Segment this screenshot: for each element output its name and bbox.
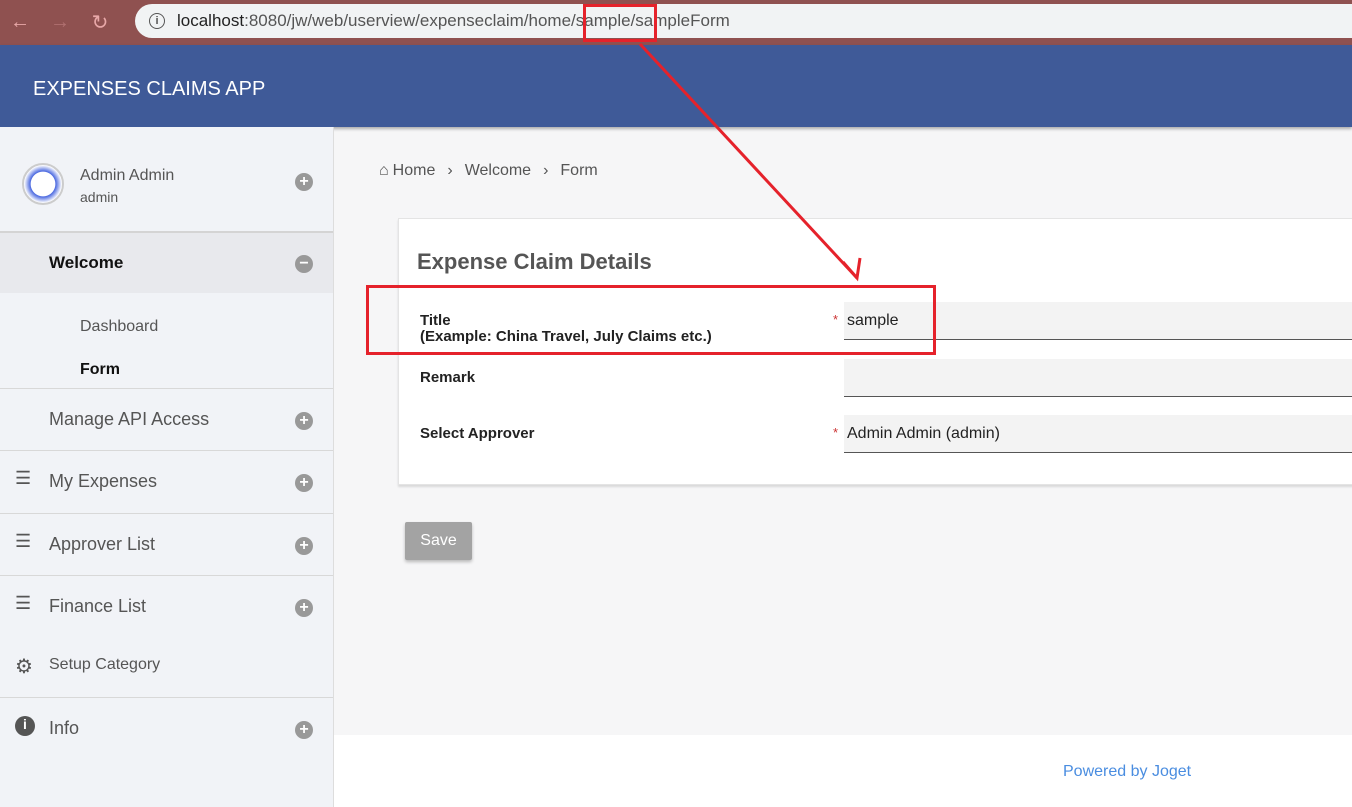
annotation-arrow bbox=[638, 42, 862, 282]
